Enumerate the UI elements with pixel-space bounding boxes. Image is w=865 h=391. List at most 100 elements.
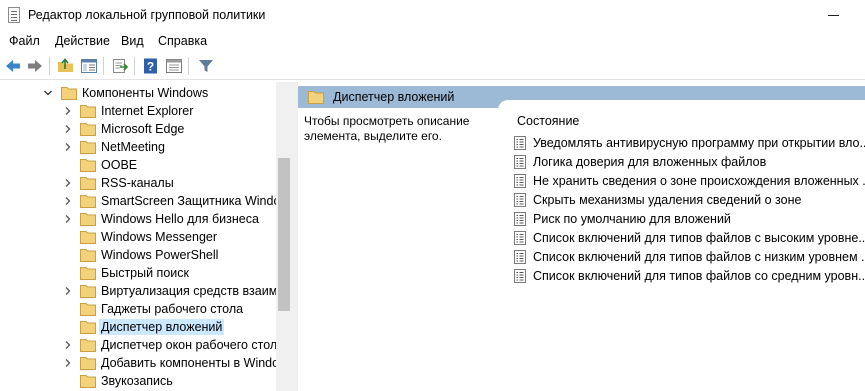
- menu-view[interactable]: Вид: [121, 34, 144, 48]
- tree-item[interactable]: Windows PowerShell: [0, 246, 280, 264]
- folder-icon: [80, 338, 96, 352]
- policy-row[interactable]: Список включений для типов файлов с низк…: [513, 248, 865, 266]
- tree-item-label: Windows Messenger: [101, 230, 218, 244]
- tree-item[interactable]: Гаджеты рабочего стола: [0, 300, 280, 318]
- chevron-right-icon[interactable]: [62, 177, 74, 189]
- folder-icon: [61, 86, 77, 100]
- back-arrow-icon[interactable]: [4, 57, 22, 75]
- policy-setting-icon: [513, 212, 527, 226]
- policy-row[interactable]: Список включений для типов файлов со сре…: [513, 267, 865, 285]
- tree-item[interactable]: Internet Explorer: [0, 102, 280, 120]
- policy-label: Список включений для типов файлов со сре…: [533, 269, 865, 283]
- tree-item-label: Добавить компоненты в Window: [101, 356, 289, 370]
- filter-icon[interactable]: [197, 57, 215, 75]
- scrollbar-thumb[interactable]: [278, 158, 290, 311]
- chevron-right-icon[interactable]: [62, 141, 74, 153]
- folder-icon: [80, 374, 96, 388]
- app-icon: [8, 7, 20, 23]
- policy-row[interactable]: Список включений для типов файлов с высо…: [513, 229, 865, 247]
- menu-action[interactable]: Действие: [55, 34, 110, 48]
- tree-item[interactable]: Звукозапись: [0, 372, 280, 390]
- policy-row[interactable]: Риск по умолчанию для вложений: [513, 210, 863, 228]
- properties-icon[interactable]: [165, 57, 183, 75]
- folder-icon: [80, 140, 96, 154]
- folder-icon: [308, 90, 324, 104]
- folder-icon: [80, 212, 96, 226]
- svg-text:?: ?: [147, 60, 154, 74]
- tree-item[interactable]: Windows Messenger: [0, 228, 280, 246]
- chevron-down-icon[interactable]: [42, 87, 54, 99]
- folder-icon: [80, 158, 96, 172]
- tree-item-label: NetMeeting: [101, 140, 165, 154]
- help-icon[interactable]: ?: [142, 57, 160, 75]
- tree-item[interactable]: Диспетчер вложений: [0, 318, 280, 336]
- up-folder-icon[interactable]: [57, 57, 75, 75]
- forward-arrow-icon[interactable]: [26, 57, 44, 75]
- tree-item-label: SmartScreen Защитника Window: [101, 194, 290, 208]
- tree-item[interactable]: Виртуализация средств взаимод: [0, 282, 291, 300]
- policy-row[interactable]: Уведомлять антивирусную программу при от…: [513, 134, 865, 152]
- tree-item-windows-components[interactable]: Компоненты Windows: [0, 84, 280, 102]
- tree-item[interactable]: Диспетчер окон рабочего стола: [0, 336, 284, 354]
- folder-icon: [80, 284, 96, 298]
- tree-item-label: Быстрый поиск: [101, 266, 189, 280]
- export-list-icon[interactable]: [111, 57, 129, 75]
- policy-row[interactable]: Скрыть механизмы удаления сведений о зон…: [513, 191, 863, 209]
- menu-bar: Файл Действие Вид Справка: [0, 31, 865, 51]
- folder-icon: [80, 104, 96, 118]
- description-text: Чтобы просмотреть описание элемента, выд…: [304, 114, 470, 143]
- window-title: Редактор локальной групповой политики: [28, 8, 266, 22]
- chevron-right-icon[interactable]: [62, 357, 74, 369]
- tree-item-label: Диспетчер вложений: [99, 319, 225, 335]
- chevron-right-icon[interactable]: [62, 195, 74, 207]
- details-title: Диспетчер вложений: [333, 90, 455, 104]
- tree-item[interactable]: RSS-каналы: [0, 174, 280, 192]
- menu-file[interactable]: Файл: [9, 34, 40, 48]
- policy-setting-icon: [513, 231, 527, 245]
- tree-item-label: Windows PowerShell: [101, 248, 219, 262]
- policy-label: Список включений для типов файлов с высо…: [533, 231, 865, 245]
- folder-icon: [80, 320, 96, 334]
- tree-item[interactable]: Windows Hello для бизнеса: [0, 210, 280, 228]
- folder-icon: [80, 194, 96, 208]
- chevron-right-icon[interactable]: [62, 339, 74, 351]
- tree-item[interactable]: SmartScreen Защитника Window: [0, 192, 289, 210]
- toolbar: ?: [0, 52, 865, 80]
- tree-item-label: Звукозапись: [101, 374, 173, 388]
- tree-pane: Компоненты Windows Internet Explorer Micr…: [0, 82, 292, 391]
- tree-item-label: Виртуализация средств взаимод: [101, 284, 292, 298]
- policy-setting-icon: [513, 269, 527, 283]
- menu-help[interactable]: Справка: [158, 34, 207, 48]
- tree-item-label: Microsoft Edge: [101, 122, 185, 136]
- folder-icon: [80, 248, 96, 262]
- tree-item[interactable]: NetMeeting: [0, 138, 280, 156]
- tree-item-label: Windows Hello для бизнеса: [101, 212, 259, 226]
- tree-item-label: Диспетчер окон рабочего стола: [101, 338, 285, 352]
- chevron-right-icon[interactable]: [62, 285, 74, 297]
- policy-label: Список включений для типов файлов с низк…: [533, 250, 865, 264]
- tree-item[interactable]: Быстрый поиск: [0, 264, 280, 282]
- policy-label: Логика доверия для вложенных файлов: [533, 155, 767, 169]
- policy-row[interactable]: Не хранить сведения о зоне происхождения…: [513, 172, 865, 190]
- chevron-right-icon[interactable]: [62, 123, 74, 135]
- tree-scrollbar[interactable]: [276, 82, 292, 391]
- tree-item-label: Компоненты Windows: [82, 86, 209, 100]
- chevron-right-icon[interactable]: [62, 105, 74, 117]
- policy-row[interactable]: Логика доверия для вложенных файлов: [513, 153, 863, 171]
- tree-item[interactable]: Microsoft Edge: [0, 120, 280, 138]
- folder-icon: [80, 230, 96, 244]
- policy-setting-icon: [513, 250, 527, 264]
- policy-label: Не хранить сведения о зоне происхождения…: [533, 174, 865, 188]
- tree-item[interactable]: OOBE: [0, 156, 280, 174]
- policy-setting-icon: [513, 193, 527, 207]
- title-bar: Редактор локальной групповой политики: [0, 0, 865, 31]
- policy-label: Риск по умолчанию для вложений: [533, 212, 731, 226]
- column-header-state[interactable]: Состояние: [517, 114, 579, 128]
- tree-item-label: OOBE: [101, 158, 138, 172]
- tree-item[interactable]: Добавить компоненты в Window: [0, 354, 288, 372]
- chevron-right-icon[interactable]: [62, 213, 74, 225]
- show-hide-tree-icon[interactable]: [80, 57, 98, 75]
- folder-icon: [80, 266, 96, 280]
- minimize-button[interactable]: [828, 15, 839, 16]
- policy-label: Уведомлять антивирусную программу при от…: [533, 136, 865, 150]
